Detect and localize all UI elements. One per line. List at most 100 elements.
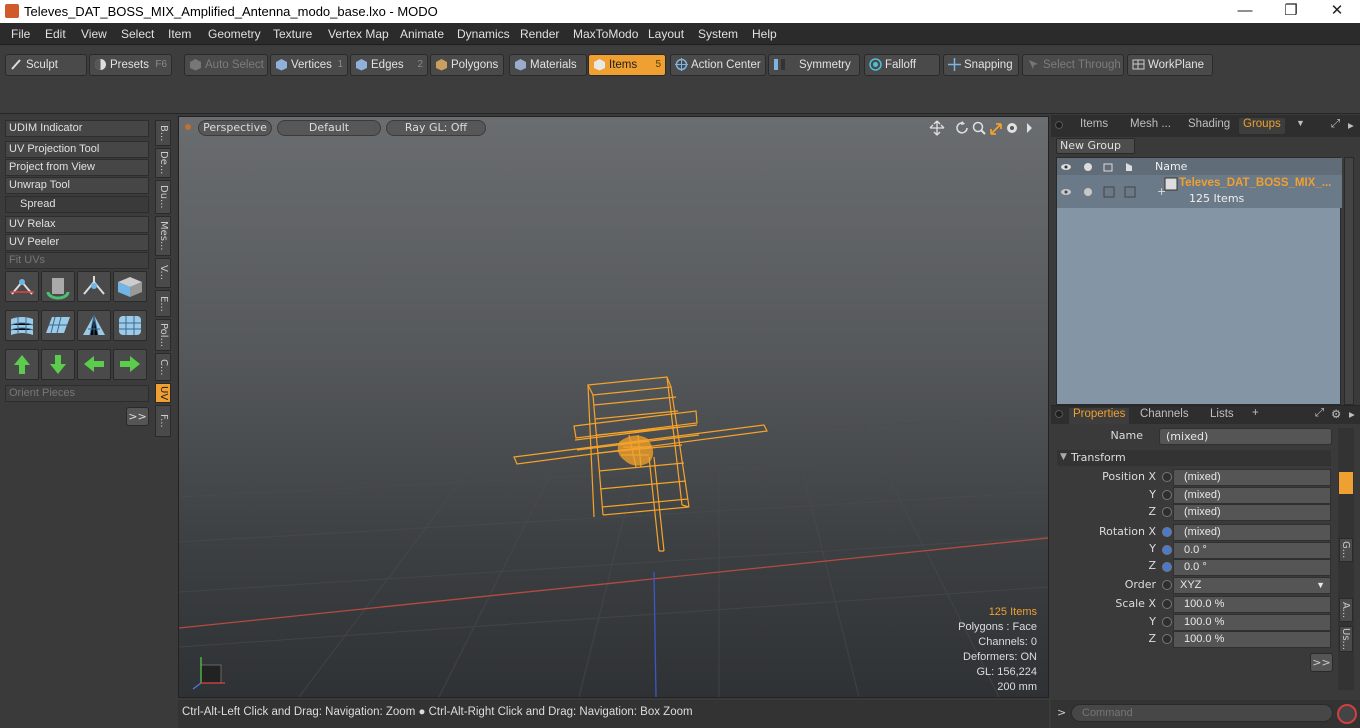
new-group-button[interactable]: New Group [1056, 138, 1135, 154]
tab-properties[interactable]: Properties [1069, 408, 1130, 424]
tab-channels[interactable]: Channels [1140, 408, 1189, 424]
uv-rotate-tool-button[interactable] [41, 271, 75, 302]
uv-planar-button[interactable] [41, 310, 75, 341]
props-gear-icon[interactable]: ⚙ [1331, 407, 1341, 423]
props-more-button[interactable]: >> [1310, 653, 1333, 672]
workplane-button[interactable]: WorkPlane [1127, 54, 1213, 76]
group-row[interactable]: + Televes_DAT_BOSS_MIX_... 125 Items [1057, 175, 1342, 208]
uv-transform-tool-button[interactable] [5, 271, 39, 302]
menu-dynamics[interactable]: Dynamics [457, 27, 510, 41]
props-side-tab-us[interactable]: Us... [1339, 626, 1353, 652]
menu-file[interactable]: File [11, 27, 30, 41]
scale-y-field[interactable]: 100.0 % [1173, 614, 1331, 631]
more-tools-button[interactable]: >> [126, 407, 149, 426]
select-icon[interactable] [1126, 163, 1132, 171]
eye-icon[interactable] [1061, 164, 1071, 170]
uv-relax-button[interactable]: UV Relax [5, 216, 149, 233]
menu-geometry[interactable]: Geometry [208, 27, 261, 41]
menu-edit[interactable]: Edit [45, 27, 66, 41]
scale-z-field[interactable]: 100.0 % [1173, 631, 1331, 648]
udim-indicator-button[interactable]: UDIM Indicator [5, 120, 149, 137]
lock-icon[interactable] [1103, 163, 1113, 172]
maximize-button[interactable]: ❐ [1268, 0, 1314, 23]
position-y-keyframe-dot[interactable] [1162, 490, 1172, 500]
uv-cylinder-button[interactable] [5, 310, 39, 341]
order-keyframe-dot[interactable] [1162, 580, 1172, 590]
menu-texture[interactable]: Texture [273, 27, 312, 41]
rotation-x-keyframe-dot[interactable] [1162, 527, 1172, 537]
tab-duplicate[interactable]: Du... [155, 180, 171, 214]
tab-polygon[interactable]: Pol... [155, 319, 171, 351]
position-z-field[interactable]: (mixed) [1173, 504, 1331, 521]
name-field[interactable]: (mixed) [1159, 428, 1332, 445]
scale-y-keyframe-dot[interactable] [1162, 617, 1172, 627]
vertices-button[interactable]: Vertices 1 [270, 54, 348, 76]
minimize-button[interactable]: — [1222, 0, 1268, 23]
transform-section-header[interactable]: ▼ Transform [1057, 450, 1331, 466]
select-through-button[interactable]: Select Through [1022, 54, 1124, 76]
menu-maxtomodo[interactable]: MaxToModo [573, 27, 638, 41]
rotation-x-field[interactable]: (mixed) [1173, 524, 1331, 541]
tab-vertex[interactable]: V... [155, 258, 171, 288]
position-z-keyframe-dot[interactable] [1162, 507, 1172, 517]
panel-arrow-icon[interactable]: ▸ [1348, 118, 1354, 134]
snapping-button[interactable]: Snapping [943, 54, 1019, 76]
group-lock-checkbox[interactable] [1103, 186, 1115, 198]
action-center-button[interactable]: Action Center [670, 54, 766, 76]
render-icon[interactable] [1084, 163, 1092, 171]
command-input[interactable] [1071, 704, 1333, 722]
props-side-tab-a[interactable]: A... [1339, 598, 1353, 622]
falloff-button[interactable]: Falloff [864, 54, 940, 76]
position-x-field[interactable]: (mixed) [1173, 469, 1331, 486]
tab-basic[interactable]: B... [155, 120, 171, 146]
uv-scale-tool-button[interactable] [77, 271, 111, 302]
move-right-button[interactable] [113, 349, 147, 380]
edges-button[interactable]: Edges 2 [350, 54, 428, 76]
tabs-dropdown-chevron-icon[interactable]: ▼ [1296, 118, 1305, 134]
scale-x-keyframe-dot[interactable] [1162, 599, 1172, 609]
auto-select-button[interactable]: Auto Select [184, 54, 268, 76]
props-side-tab-g[interactable]: G... [1339, 538, 1353, 562]
position-x-keyframe-dot[interactable] [1162, 472, 1172, 482]
3d-viewport[interactable]: Perspective Default Ray GL: Off 125 Item… [178, 116, 1049, 698]
menu-help[interactable]: Help [752, 27, 777, 41]
order-dropdown[interactable]: XYZ ▼ [1173, 577, 1331, 594]
menu-layout[interactable]: Layout [648, 27, 684, 41]
tab-shading[interactable]: Shading [1188, 118, 1230, 134]
materials-button[interactable]: Materials [509, 54, 587, 76]
record-macro-button[interactable] [1337, 704, 1357, 724]
rotation-z-field[interactable]: 0.0 ° [1173, 559, 1331, 576]
menu-select[interactable]: Select [121, 27, 154, 41]
props-expand-icon[interactable]: ⤢ [1315, 407, 1324, 423]
unwrap-tool-button[interactable]: Unwrap Tool [5, 177, 149, 194]
items-button[interactable]: Items 5 [588, 54, 666, 76]
close-button[interactable]: ✕ [1314, 0, 1360, 23]
groups-scrollbar[interactable] [1344, 157, 1354, 405]
rotation-z-keyframe-dot[interactable] [1162, 562, 1172, 572]
position-y-field[interactable]: (mixed) [1173, 487, 1331, 504]
orient-pieces-button[interactable]: Orient Pieces [5, 385, 149, 402]
menu-item[interactable]: Item [168, 27, 191, 41]
menu-vertex-map[interactable]: Vertex Map [328, 27, 389, 41]
tab-edge[interactable]: E... [155, 290, 171, 317]
add-tab-button[interactable]: + [1252, 407, 1259, 423]
rotation-y-keyframe-dot[interactable] [1162, 545, 1172, 555]
group-render-icon[interactable] [1084, 188, 1092, 196]
tab-items[interactable]: Items [1080, 118, 1108, 134]
scale-x-field[interactable]: 100.0 % [1173, 596, 1331, 613]
tab-uv[interactable]: UV [155, 383, 171, 403]
uv-projection-tool-button[interactable]: UV Projection Tool [5, 141, 149, 158]
scale-z-keyframe-dot[interactable] [1162, 634, 1172, 644]
props-side-tab-active[interactable] [1339, 472, 1353, 494]
group-eye-icon[interactable] [1061, 189, 1071, 195]
uv-peeler-button[interactable]: UV Peeler [5, 234, 149, 251]
tab-mesh-edit[interactable]: Mes... [155, 216, 171, 256]
menu-system[interactable]: System [698, 27, 738, 41]
symmetry-button[interactable]: Symmetry [768, 54, 860, 76]
uv-triangle-button[interactable] [77, 310, 111, 341]
panel-expand-icon[interactable]: ⤢ [1331, 118, 1340, 134]
move-left-button[interactable] [77, 349, 111, 380]
rotation-y-field[interactable]: 0.0 ° [1173, 542, 1331, 559]
tab-mesh[interactable]: Mesh ... [1130, 118, 1171, 134]
menu-render[interactable]: Render [520, 27, 559, 41]
